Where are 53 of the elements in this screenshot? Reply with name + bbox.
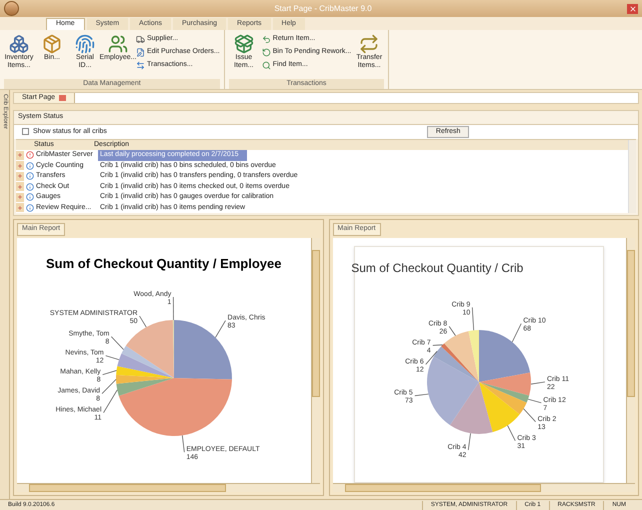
package-icon bbox=[42, 34, 62, 54]
leader-line bbox=[110, 336, 124, 350]
leader-line bbox=[182, 435, 184, 453]
repeat-icon bbox=[359, 34, 380, 54]
close-icon bbox=[628, 4, 636, 12]
search-icon bbox=[262, 61, 271, 70]
return-icon bbox=[262, 35, 271, 44]
horizontal-scrollbar[interactable] bbox=[332, 483, 635, 492]
info-icon bbox=[26, 204, 34, 212]
expand-button[interactable] bbox=[16, 161, 24, 170]
fingerprint-icon bbox=[75, 34, 95, 54]
truck-icon bbox=[136, 35, 145, 44]
leader-line bbox=[414, 393, 430, 396]
close-icon[interactable] bbox=[59, 95, 66, 101]
leader-line bbox=[512, 322, 522, 342]
expand-button[interactable] bbox=[16, 182, 24, 192]
leader-line bbox=[472, 306, 474, 330]
users-icon bbox=[108, 34, 128, 54]
leader-line bbox=[102, 370, 117, 375]
swap-icon bbox=[136, 61, 145, 70]
vertical-scrollbar[interactable] bbox=[626, 238, 635, 483]
expand-button[interactable] bbox=[16, 150, 24, 160]
boxes-icon bbox=[9, 34, 29, 54]
edit-icon bbox=[136, 48, 145, 57]
leader-line bbox=[449, 326, 456, 336]
expand-button[interactable] bbox=[16, 192, 24, 202]
leader-line bbox=[523, 408, 536, 422]
info-icon bbox=[26, 193, 34, 202]
leader-line bbox=[105, 355, 120, 360]
horizontal-scrollbar[interactable] bbox=[17, 483, 320, 492]
window-title: Start Page - CribMaster 9.0 bbox=[274, 2, 372, 14]
info-icon bbox=[26, 182, 34, 191]
leader-line bbox=[432, 344, 444, 346]
app-orb-icon[interactable] bbox=[4, 1, 19, 16]
chart-title: Sum of Checkout Quantity / Employee bbox=[46, 254, 282, 273]
leader-line bbox=[138, 316, 146, 328]
rotate-icon bbox=[262, 48, 271, 57]
vertical-scrollbar[interactable] bbox=[628, 140, 636, 213]
leader-line bbox=[530, 381, 546, 384]
checkbox[interactable] bbox=[22, 128, 29, 136]
leader-line bbox=[468, 432, 472, 450]
expand-button[interactable] bbox=[16, 172, 24, 181]
package-icon bbox=[234, 34, 254, 54]
expand-button[interactable] bbox=[16, 203, 24, 212]
close-button[interactable] bbox=[627, 4, 638, 14]
error-icon bbox=[26, 151, 34, 160]
leader-line bbox=[214, 320, 226, 338]
info-icon bbox=[26, 162, 34, 170]
leader-line bbox=[507, 424, 516, 441]
leader-line bbox=[172, 296, 174, 320]
leader-line bbox=[528, 398, 542, 403]
chart-title: Sum of Checkout Quantity / Crib bbox=[351, 260, 524, 276]
info-icon bbox=[26, 172, 34, 180]
